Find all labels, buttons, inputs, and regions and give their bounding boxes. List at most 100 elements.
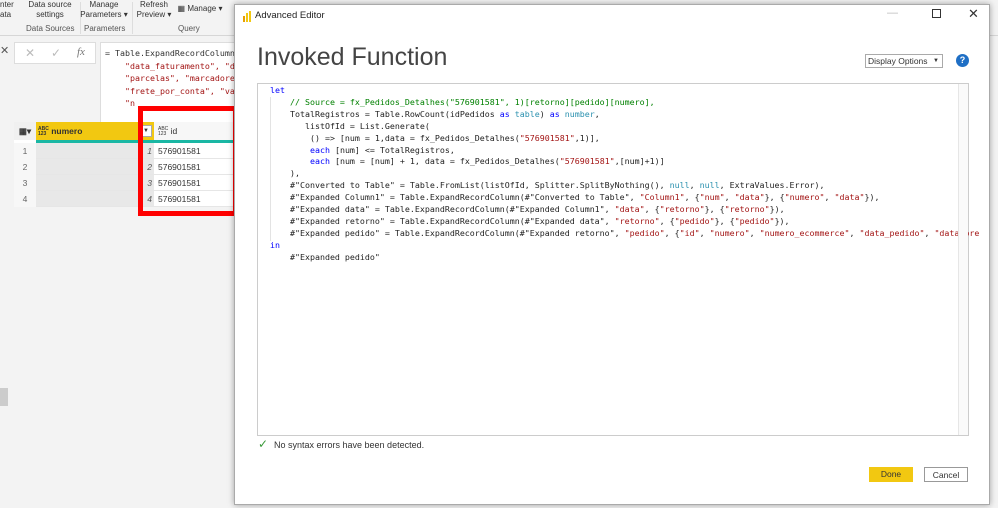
code-token: , { [664, 227, 680, 238]
advanced-editor-dialog: Advanced Editor — ✕ Invoked Function Dis… [234, 4, 990, 505]
code-token: "num" [699, 192, 725, 203]
scrollbar[interactable] [0, 388, 8, 406]
code-token: "data" [614, 204, 645, 215]
code-token: "576901581" [559, 156, 615, 167]
code-token: listOfId = List.Generate( [270, 120, 430, 131]
code-token: "Column1" [639, 192, 685, 203]
fx-icon[interactable]: fx [77, 46, 85, 58]
cell-numero[interactable]: 2 [36, 159, 154, 174]
code-line: #"Converted to Table" = Table.FromList(l… [270, 180, 979, 192]
code-token: "id" [679, 227, 700, 238]
code-token: "numero" [709, 227, 750, 238]
code-token: }, { [764, 192, 785, 203]
code-token: [num = [num] + 1, data = fx_Pedidos_Deta… [329, 156, 560, 167]
code-token: , { [659, 215, 675, 226]
code-line: #"Expanded pedido" [270, 252, 979, 264]
code-token: "data_pre [934, 227, 980, 238]
check-icon[interactable]: ✓ [51, 46, 61, 60]
code-editor[interactable]: let // Source = fx_Pedidos_Detalhes("576… [257, 83, 979, 436]
highlight-box [138, 106, 238, 216]
help-icon[interactable]: ? [956, 54, 969, 67]
code-line: () => [num = 1,data = fx_Pedidos_Detalhe… [270, 133, 979, 145]
code-token: , [824, 192, 835, 203]
code-token: null [699, 180, 720, 191]
code-token: null [669, 180, 690, 191]
group-label: Data Sources [26, 24, 75, 33]
collapse-icon[interactable]: ✕ [0, 44, 9, 57]
code-token: }), [769, 204, 785, 215]
code-token: each [270, 156, 330, 167]
manage-parameters-button[interactable]: Manage Parameters ▾ [80, 0, 128, 20]
chevron-down-icon: ▼ [933, 58, 939, 64]
close-button[interactable]: ✕ [968, 6, 979, 22]
row-number: 2 [14, 159, 36, 175]
code-line: each [num = [num] + 1, data = fx_Pedidos… [270, 156, 979, 168]
code-token: , [594, 108, 600, 119]
code-line: in [270, 240, 979, 252]
code-token: number [564, 108, 595, 119]
table-menu-icon[interactable]: ▦▾ [14, 122, 36, 140]
code-token: , [749, 227, 760, 238]
code-token: , ExtraValues.Error), [719, 180, 825, 191]
code-token: }, { [714, 215, 735, 226]
code-token: ), [270, 168, 300, 179]
code-line: let [270, 85, 979, 97]
code-token: #"Expanded pedido" = Table.ExpandRecordC… [270, 227, 625, 238]
data-source-settings-button[interactable]: Data source settings [24, 0, 76, 20]
cell-numero[interactable]: 4 [36, 191, 154, 206]
code-line: // Source = fx_Pedidos_Detalhes("5769015… [270, 97, 979, 109]
code-token: [num] <= TotalRegistros, [329, 144, 455, 155]
code-token: table [514, 108, 540, 119]
code-text[interactable]: let // Source = fx_Pedidos_Detalhes("576… [270, 85, 979, 264]
code-token: "retorno" [659, 204, 705, 215]
row-number: 4 [14, 191, 36, 207]
check-icon: ✓ [258, 437, 269, 451]
group-label: Query [178, 24, 200, 33]
code-token: "data" [834, 192, 865, 203]
code-token: // Source = fx_Pedidos_Detalhes("5769015… [270, 96, 655, 107]
manage-button[interactable]: ▦ Manage ▾ [174, 4, 226, 14]
display-options-dropdown[interactable]: Display Options ▼ [865, 54, 943, 68]
maximize-button[interactable] [932, 9, 941, 18]
vertical-scrollbar[interactable] [958, 84, 968, 435]
code-token: }, { [704, 204, 725, 215]
code-token: in [270, 239, 280, 250]
enter-data-button[interactable]: nter ata [0, 0, 14, 20]
code-token: () => [num = 1,data = fx_Pedidos_Detalhe… [270, 132, 520, 143]
dialog-title: Advanced Editor [255, 10, 325, 21]
code-token: , [689, 180, 700, 191]
code-token: as [499, 108, 510, 119]
code-token: , [724, 192, 735, 203]
group-label: Parameters [84, 24, 126, 33]
cell-numero[interactable]: 1 [36, 143, 154, 158]
code-token: #"Expanded data" = Table.ExpandRecordCol… [270, 204, 615, 215]
code-token: #"Expanded retorno" = Table.ExpandRecord… [270, 215, 615, 226]
code-line: ), [270, 168, 979, 180]
code-token: ) [539, 108, 550, 119]
code-token: , [849, 227, 860, 238]
code-line: #"Expanded data" = Table.ExpandRecordCol… [270, 204, 979, 216]
code-token: , [924, 227, 935, 238]
code-token: "numero" [784, 192, 825, 203]
code-line: each [num] <= TotalRegistros, [270, 145, 979, 157]
refresh-preview-button[interactable]: Refresh Preview ▾ [134, 0, 174, 20]
column-header-numero[interactable]: ABC 123 numero ▼ [36, 122, 154, 140]
table-icon: ▦ [177, 4, 188, 13]
minimize-button[interactable]: — [887, 7, 898, 19]
done-button[interactable]: Done [869, 467, 913, 482]
code-token: ,[num]+1)] [614, 156, 665, 167]
code-token: }), [774, 215, 790, 226]
code-token: }), [864, 192, 880, 203]
code-token: , [699, 227, 710, 238]
cell-numero[interactable]: 3 [36, 175, 154, 190]
code-token: as [549, 108, 560, 119]
cancel-button[interactable]: Cancel [924, 467, 968, 482]
cancel-icon[interactable]: ✕ [25, 46, 35, 60]
code-token: "numero_ecommerce" [759, 227, 850, 238]
code-token: "pedido" [674, 215, 715, 226]
code-token: "retorno" [724, 204, 770, 215]
code-token: each [270, 144, 330, 155]
query-name-heading: Invoked Function [257, 43, 448, 71]
code-token: "pedido" [734, 215, 775, 226]
code-line: #"Expanded Column1" = Table.ExpandRecord… [270, 192, 979, 204]
